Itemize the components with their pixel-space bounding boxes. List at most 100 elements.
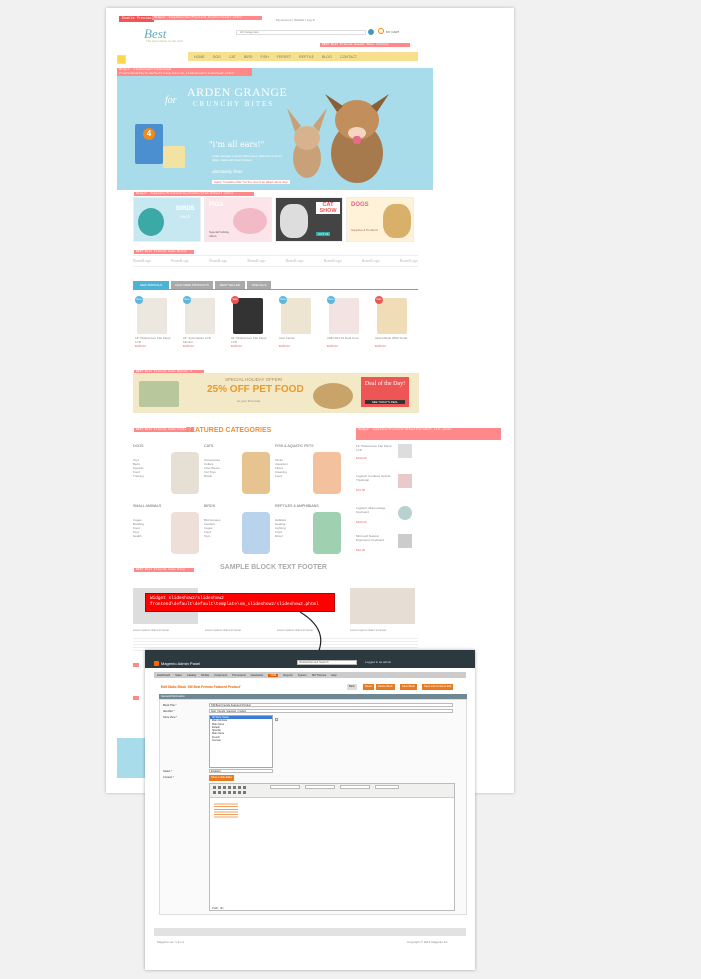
underline-icon[interactable]	[223, 786, 226, 789]
category-name[interactable]: BIRDS	[204, 504, 272, 508]
nav-item[interactable]: BLOG	[322, 55, 332, 59]
hero-slideshow[interactable]: Widget: slideshow2/slideshow2 frontend/d…	[117, 68, 433, 190]
category-name[interactable]: SMALL ANIMALS	[133, 504, 201, 508]
strike-icon[interactable]	[228, 786, 231, 789]
brand-logo[interactable]: BrandLogo	[285, 259, 303, 263]
category-name[interactable]: FISH & AQUATIC PETS	[275, 444, 343, 448]
style-select[interactable]	[270, 785, 300, 789]
menu-item[interactable]: Catalog	[187, 674, 196, 677]
product-card[interactable]: New 18" Widescreen Flat Panel LCD $180.0…	[133, 296, 171, 348]
product-name[interactable]: Akana Beds 2500 Small	[375, 336, 411, 340]
product-card[interactable]: New Acer Ferrari $180.00	[277, 296, 315, 348]
image-icon[interactable]	[243, 791, 246, 794]
menu-item[interactable]: Reports	[283, 674, 292, 677]
product-card[interactable]: Sale 24" Widescreen Flat Panel LCD $180.…	[229, 296, 267, 348]
category-card[interactable]: CATS Accessories Collars Litter Boxes Ca…	[204, 444, 272, 502]
menu-item[interactable]: Sales	[175, 674, 182, 677]
save-block-button[interactable]: Save Block	[400, 684, 417, 690]
store-option[interactable]: German	[210, 739, 272, 742]
promo-tile-cat-show[interactable]: CAT SHOW OCT 16	[275, 197, 343, 242]
menu-item[interactable]: Help	[331, 674, 337, 677]
save-continue-button[interactable]: Save and Continue Edit	[422, 684, 454, 690]
nav-item[interactable]: CAT	[229, 55, 236, 59]
back-button[interactable]: Back	[347, 684, 357, 690]
brand-logo[interactable]: BrandLogo	[133, 259, 151, 263]
widget-placeholders[interactable]	[214, 802, 238, 818]
category-card[interactable]: DOGS Toys Beds Apparel Food Training	[133, 444, 201, 502]
nav-item[interactable]: DOG	[213, 55, 221, 59]
cart-icon[interactable]	[378, 28, 384, 34]
category-card[interactable]: SMALL ANIMALS Cages Bedding Food Toys He…	[133, 504, 201, 562]
see-deal-button[interactable]: SEE TODAY'S DEAL	[365, 400, 405, 404]
menu-item[interactable]: Mobile	[201, 674, 209, 677]
cart-label[interactable]: MY CART	[386, 30, 399, 34]
brand-logo[interactable]: BrandLogo	[362, 259, 380, 263]
menu-item[interactable]: Newsletter	[251, 674, 264, 677]
menu-item[interactable]: System	[298, 674, 307, 677]
nav-item[interactable]: CONTACT	[340, 55, 357, 59]
right-product-name[interactable]: Microsoft Natural Ergonomic Keyboard	[356, 534, 392, 542]
blog-post-title[interactable]: Lorem ipsum dolor sit amet	[205, 628, 241, 632]
product-name[interactable]: 22" Syncmaster LCD Monitor	[183, 336, 219, 344]
product-card[interactable]: New AMD A64 X2 Dual Core $180.00	[325, 296, 363, 348]
paste-icon[interactable]	[223, 791, 226, 794]
store-view-select[interactable]: All Store Views Main Website Main Store …	[209, 715, 273, 768]
category-name[interactable]: CATS	[204, 444, 272, 448]
delete-block-button[interactable]: Delete Block	[376, 684, 395, 690]
italic-icon[interactable]	[218, 786, 221, 789]
show-hide-editor-button[interactable]: Show / Hide Editor	[209, 775, 235, 781]
bold-icon[interactable]	[213, 786, 216, 789]
cut-icon[interactable]	[213, 791, 216, 794]
link-icon[interactable]	[238, 791, 241, 794]
reset-button[interactable]: Reset	[363, 684, 374, 690]
format-select[interactable]	[305, 785, 335, 789]
top-links[interactable]: My Account | Wishlist | Log In	[276, 18, 315, 22]
right-product-name[interactable]: 19" Widescreen Flat Panel LCD	[356, 444, 392, 452]
nav-item[interactable]: REPTILE	[299, 55, 314, 59]
brand-logo[interactable]: BrandLogo	[209, 259, 227, 263]
brand-logo[interactable]: BrandLogo	[324, 259, 342, 263]
wysiwyg-editor[interactable]: Path: div	[209, 783, 455, 911]
tab-specials[interactable]: SPECIALS	[247, 281, 271, 289]
promo-tile-pigs[interactable]: PIGS Special holiday offers	[204, 197, 272, 242]
nav-item[interactable]: FISH	[260, 55, 268, 59]
undo-icon[interactable]	[228, 791, 231, 794]
right-product-name[interactable]: Logitech diNovo Edge Keyboard	[356, 506, 392, 514]
nav-item[interactable]: HOME	[194, 55, 205, 59]
product-name[interactable]: Acer Ferrari	[279, 336, 315, 340]
enable-preview-button[interactable]: Enable Preview	[119, 16, 155, 22]
right-product-name[interactable]: Logitech Cordless Optical Trackman	[356, 474, 392, 482]
align-center-icon[interactable]	[238, 786, 241, 789]
align-left-icon[interactable]	[233, 786, 236, 789]
menu-item-active[interactable]: CMS	[268, 673, 279, 677]
tab-new-arrivals[interactable]: NEW ARRIVALS	[133, 281, 169, 289]
align-right-icon[interactable]	[243, 786, 246, 789]
menu-item[interactable]: Promotions	[232, 674, 246, 677]
category-card[interactable]: REPTILES & AMPHIBIANS Habitats Heating L…	[275, 504, 343, 562]
product-card[interactable]: Sale Akana Beds 2500 Small $180.00	[373, 296, 411, 348]
deal-banner[interactable]: SPECIAL HOLIDAY OFFER! 25% OFF PET FOOD …	[133, 373, 419, 413]
nav-item[interactable]: FERRET	[277, 55, 291, 59]
status-select[interactable]: Enabled	[209, 769, 273, 773]
search-icon[interactable]	[368, 29, 374, 35]
brand-logo[interactable]: BrandLogo	[171, 259, 189, 263]
copy-icon[interactable]	[218, 791, 221, 794]
blog-post-title[interactable]: Lorem ipsum dolor sit amet	[350, 628, 386, 632]
redo-icon[interactable]	[233, 791, 236, 794]
blog-post-title[interactable]: Lorem ipsum dolor sit amet	[133, 628, 169, 632]
brand-logo[interactable]: BrandLogo	[247, 259, 265, 263]
font-size-select[interactable]	[375, 785, 399, 789]
menu-item[interactable]: SM Themes	[312, 674, 326, 677]
menu-item[interactable]: Dashboard	[157, 674, 170, 677]
product-name[interactable]: AMD A64 X2 Dual Core	[327, 336, 363, 340]
nav-item[interactable]: BIRD	[244, 55, 253, 59]
block-title-input[interactable]: SM Best Friends Featured Product	[209, 703, 453, 707]
product-name[interactable]: 24" Widescreen Flat Panel LCD	[231, 336, 267, 344]
tab-best-seller[interactable]: BEST SELLER	[215, 281, 245, 289]
category-name[interactable]: DOGS	[133, 444, 201, 448]
identifier-input[interactable]: best_friends_featured_product	[209, 709, 453, 713]
menu-item[interactable]: Customers	[214, 674, 227, 677]
promo-tile-birds[interactable]: BIRDS SALE	[133, 197, 201, 242]
product-name[interactable]: 18" Widescreen Flat Panel LCD	[135, 336, 171, 344]
promo-tile-dogs[interactable]: DOGS Supplies & Products	[346, 197, 414, 242]
